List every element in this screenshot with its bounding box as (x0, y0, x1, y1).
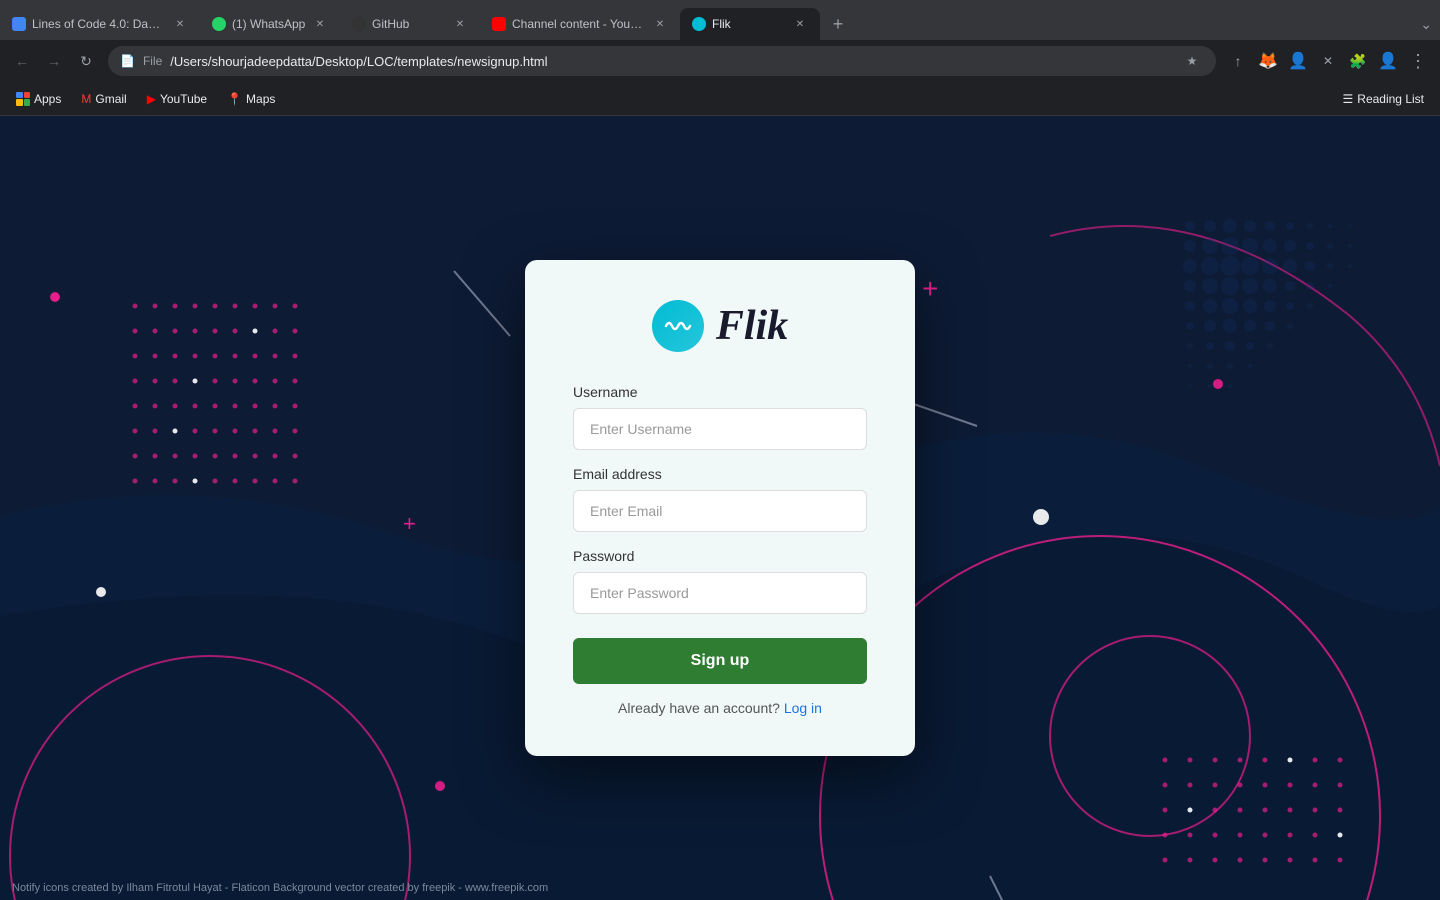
tab-title-2: (1) WhatsApp (232, 17, 306, 31)
tab-close-1[interactable]: ✕ (172, 16, 188, 32)
email-input[interactable] (573, 490, 867, 532)
tab-favicon-2 (212, 17, 226, 31)
bookmark-star-button[interactable]: ★ (1180, 49, 1204, 73)
username-input[interactable] (573, 408, 867, 450)
browser-actions: ↑ 🦊 👤 ✕ 🧩 👤 ⋮ (1224, 47, 1432, 75)
ext-fox-icon[interactable]: 🦊 (1254, 47, 1282, 75)
tab-title-1: Lines of Code 4.0: Dashboard (32, 17, 166, 31)
apps-grid-icon (16, 92, 30, 106)
tab-flik[interactable]: Flik ✕ (680, 8, 820, 40)
brand-name: Flik (716, 302, 788, 350)
tab-close-2[interactable]: ✕ (312, 16, 328, 32)
password-label: Password (573, 548, 867, 564)
bookmark-youtube[interactable]: ▶ YouTube (139, 88, 215, 110)
reading-list-button[interactable]: ☰ Reading List (1335, 88, 1432, 110)
profile-avatar[interactable]: 👤 (1374, 47, 1402, 75)
bookmark-maps[interactable]: 📍 Maps (219, 88, 283, 110)
reading-list-icon: ☰ (1343, 92, 1354, 106)
bookmark-maps-label: Maps (246, 92, 275, 106)
signup-card: Flik Username Email address Password Sig… (525, 260, 915, 756)
username-label: Username (573, 384, 867, 400)
email-label: Email address (573, 466, 867, 482)
browser-chrome: Lines of Code 4.0: Dashboard ✕ (1) Whats… (0, 0, 1440, 116)
file-icon: 📄 (120, 54, 135, 68)
bookmark-youtube-label: YouTube (160, 92, 207, 106)
nav-bar: ← → ↻ 📄 File /Users/shourjadeepdatta/Des… (0, 40, 1440, 82)
bookmark-apps[interactable]: Apps (8, 88, 69, 110)
login-prompt: Already have an account? Log in (573, 700, 867, 716)
signup-button[interactable]: Sign up (573, 638, 867, 684)
address-text: /Users/shourjadeepdatta/Desktop/LOC/temp… (170, 54, 1172, 69)
brand: Flik (573, 300, 867, 352)
reload-button[interactable]: ↻ (72, 47, 100, 75)
bookmark-gmail[interactable]: M Gmail (73, 88, 134, 110)
tab-whatsapp[interactable]: (1) WhatsApp ✕ (200, 8, 340, 40)
dot-grid-top-left: var rows = 8; var cols = 9; for(var r=0;… (130, 301, 310, 526)
bookmark-gmail-label: Gmail (95, 92, 126, 106)
tab-favicon-3 (352, 17, 366, 31)
forward-button[interactable]: → (40, 47, 68, 75)
menu-button[interactable]: ⋮ (1404, 47, 1432, 75)
address-bar[interactable]: 📄 File /Users/shourjadeepdatta/Desktop/L… (108, 46, 1216, 76)
svg-text:+: + (403, 511, 416, 536)
gmail-icon: M (81, 92, 91, 106)
brand-logo (652, 300, 704, 352)
back-button[interactable]: ← (8, 47, 36, 75)
tab-close-4[interactable]: ✕ (652, 16, 668, 32)
tab-title-3: GitHub (372, 17, 446, 31)
bookmark-apps-label: Apps (34, 92, 61, 106)
address-actions: ★ (1180, 49, 1204, 73)
dot-grid-bottom-right (1160, 755, 1360, 880)
halftone-top-right (1180, 216, 1360, 401)
youtube-icon: ▶ (147, 92, 156, 106)
new-tab-button[interactable]: + (824, 10, 852, 38)
tab-bar: Lines of Code 4.0: Dashboard ✕ (1) Whats… (0, 0, 1440, 40)
login-link[interactable]: Log in (784, 700, 822, 716)
address-prefix: File (143, 54, 162, 68)
tab-favicon-4 (492, 17, 506, 31)
ext-puzzle-icon[interactable]: 🧩 (1344, 47, 1372, 75)
tab-github[interactable]: GitHub ✕ (340, 8, 480, 40)
tab-favicon-1 (12, 17, 26, 31)
tab-title-5: Flik (712, 17, 786, 31)
page-content: + + var rows = 8; var cols = 9; for(var … (0, 116, 1440, 900)
download-icon[interactable]: ↑ (1224, 47, 1252, 75)
tab-more-button[interactable]: ⌄ (1412, 16, 1440, 33)
maps-icon: 📍 (227, 92, 242, 106)
footer-credits: Notify icons created by Ilham Fitrotul H… (0, 876, 1440, 900)
ext-user-icon[interactable]: 👤 (1284, 47, 1312, 75)
reading-list-label: Reading List (1357, 92, 1424, 106)
ext-close-icon[interactable]: ✕ (1314, 47, 1342, 75)
tab-lines-of-code[interactable]: Lines of Code 4.0: Dashboard ✕ (0, 8, 200, 40)
tab-close-5[interactable]: ✕ (792, 16, 808, 32)
svg-text:+: + (922, 273, 938, 304)
tab-youtube[interactable]: Channel content - YouTube Stu... ✕ (480, 8, 680, 40)
tab-title-4: Channel content - YouTube Stu... (512, 17, 646, 31)
tab-close-3[interactable]: ✕ (452, 16, 468, 32)
wave-logo-icon (664, 316, 692, 336)
tab-favicon-5 (692, 17, 706, 31)
bookmarks-bar: Apps M Gmail ▶ YouTube 📍 Maps ☰ Reading … (0, 82, 1440, 116)
password-input[interactable] (573, 572, 867, 614)
